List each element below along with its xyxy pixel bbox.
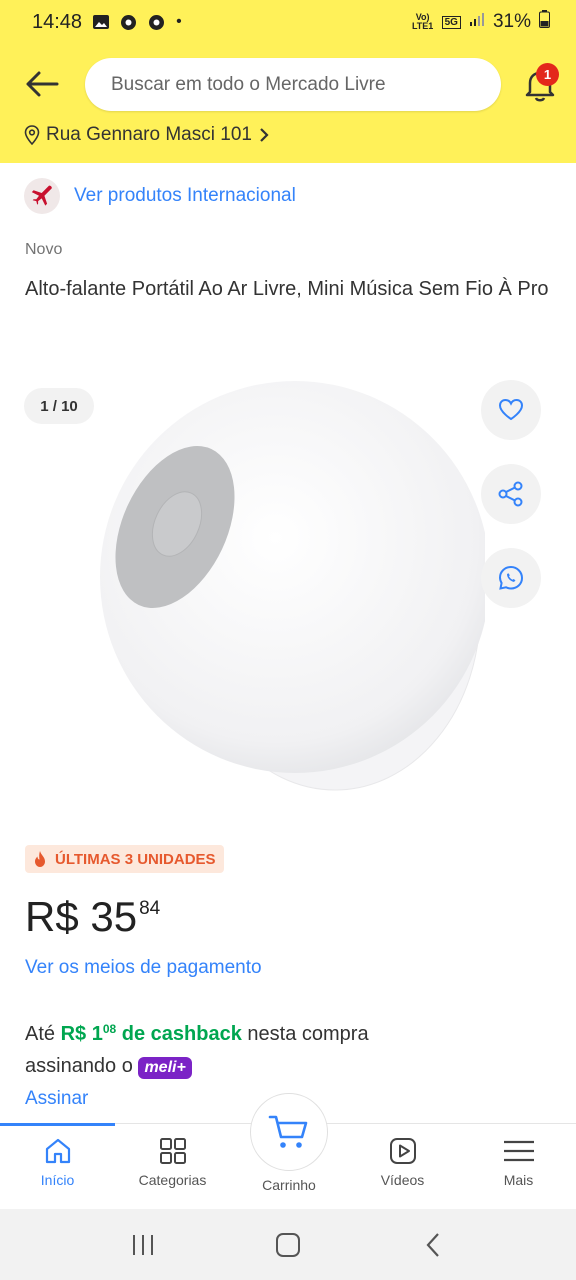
nav-label-carrinho: Carrinho — [262, 1177, 316, 1193]
cashback-amount-int: R$ 1 — [60, 1023, 103, 1045]
search-box[interactable] — [85, 58, 501, 111]
whatsapp-icon — [498, 565, 524, 590]
back-button[interactable] — [22, 64, 62, 104]
cashback-prefix: Até — [25, 1023, 56, 1045]
cashback-amount-cents: 08 — [102, 1022, 117, 1036]
cashback-highlight: de cashback — [121, 1023, 242, 1045]
nav-label-inicio: Início — [40, 1172, 75, 1188]
international-badge — [24, 178, 60, 214]
home-system-button[interactable] — [263, 1220, 313, 1270]
payment-methods-link[interactable]: Ver os meios de pagamento — [25, 957, 262, 979]
chevron-right-icon — [260, 128, 269, 142]
home-icon — [45, 1138, 70, 1164]
share-button[interactable] — [481, 464, 541, 524]
status-time: 14:48 — [32, 10, 83, 33]
stock-text: ÚLTIMAS 3 UNIDADES — [55, 850, 216, 868]
chrome-icon-2 — [148, 14, 166, 30]
nav-item-inicio[interactable]: Início — [0, 1124, 115, 1210]
menu-icon — [503, 1140, 534, 1162]
flame-icon — [35, 851, 45, 867]
product-title: Alto-falante Portátil Ao Ar Livre, Mini … — [25, 278, 549, 300]
chevron-left-icon — [426, 1232, 440, 1257]
notification-badge: 1 — [536, 63, 559, 86]
image-counter: 1 / 10 — [24, 388, 94, 424]
stock-badge: ÚLTIMAS 3 UNIDADES — [25, 845, 224, 873]
nav-label-categorias: Categorias — [138, 1172, 207, 1188]
signal-icon — [469, 11, 485, 33]
address-selector[interactable]: Rua Gennaro Masci 101 — [24, 124, 270, 146]
cashback-info: Até R$ 108 de cashback nesta compra assi… — [25, 1013, 555, 1082]
search-input[interactable] — [111, 73, 501, 96]
cashback-amount: R$ 108 de cashback — [60, 1022, 242, 1045]
cashback-line2: assinando o — [25, 1055, 133, 1077]
search-bar-row — [0, 44, 576, 124]
international-link-text: Ver produtos Internacional — [74, 185, 296, 206]
home-square-icon — [275, 1232, 300, 1257]
heart-icon — [498, 398, 524, 421]
chrome-icon — [120, 14, 138, 30]
recent-apps-button[interactable] — [118, 1220, 168, 1270]
cart-icon — [268, 1115, 308, 1148]
favorite-button[interactable] — [481, 380, 541, 440]
product-image[interactable] — [95, 372, 485, 802]
nav-item-mais[interactable]: Mais — [461, 1124, 576, 1210]
product-condition: Novo — [25, 241, 63, 258]
price-integer: R$ 35 — [25, 893, 138, 940]
address-text: Rua Gennaro Masci 101 — [46, 124, 252, 145]
cart-button[interactable] — [250, 1093, 328, 1171]
battery-icon — [539, 10, 550, 34]
meli-plus-badge: meli+ — [138, 1057, 192, 1079]
back-system-button[interactable] — [408, 1220, 458, 1270]
nav-item-videos[interactable]: Vídeos — [345, 1124, 460, 1210]
recents-icon — [132, 1234, 153, 1255]
price-cents: 84 — [139, 898, 161, 919]
app-header: 14:48 • Vo) LTE1 5G 31% Buscar em todo o… — [0, 0, 576, 163]
battery-percent: 31% — [492, 11, 531, 32]
nav-label-mais: Mais — [503, 1172, 534, 1188]
whatsapp-share-button[interactable] — [481, 548, 541, 608]
nav-item-categorias[interactable]: Categorias — [115, 1124, 230, 1210]
volte-indicator: Vo) LTE1 — [411, 12, 434, 31]
location-pin-icon — [24, 125, 40, 145]
nav-label-videos: Vídeos — [380, 1172, 425, 1188]
status-bar: 14:48 • Vo) LTE1 5G 31% — [0, 0, 576, 44]
airplane-icon — [31, 185, 52, 206]
notification-dot: • — [176, 13, 182, 30]
grid-icon — [159, 1138, 186, 1164]
arrow-left-icon — [26, 71, 59, 97]
play-icon — [389, 1138, 416, 1164]
cashback-suffix: nesta compra — [247, 1023, 369, 1045]
subscribe-link[interactable]: Assinar — [25, 1088, 88, 1110]
system-navigation-bar — [0, 1209, 576, 1280]
network-type: 5G — [441, 15, 461, 29]
international-products-link[interactable]: Ver produtos Internacional — [24, 178, 296, 214]
share-icon — [498, 481, 523, 507]
price: R$ 35 84 — [25, 892, 160, 942]
product-gallery[interactable]: 1 / 10 — [0, 372, 576, 802]
gallery-icon — [92, 14, 110, 30]
